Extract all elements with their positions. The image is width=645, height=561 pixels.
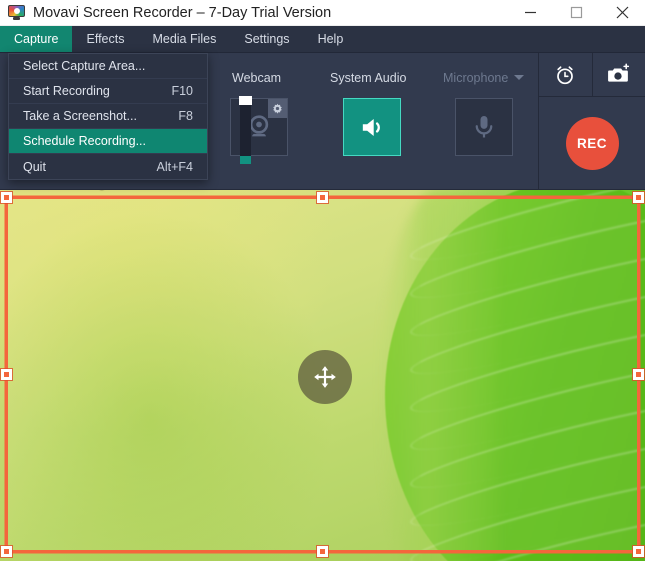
window-title: Movavi Screen Recorder – 7-Day Trial Ver…: [33, 4, 332, 21]
menu-item-help[interactable]: Help: [304, 26, 358, 52]
menu-item-effects[interactable]: Effects: [72, 26, 138, 52]
maximize-button[interactable]: [553, 0, 599, 26]
leaf-graphic: [385, 156, 645, 561]
webcam-toggle-button[interactable]: [230, 98, 288, 156]
webcam-settings-button[interactable]: [268, 99, 287, 118]
speaker-icon: [362, 118, 380, 136]
microphone-label[interactable]: Microphone: [443, 71, 525, 85]
maximize-icon: [570, 6, 582, 19]
alarm-clock-icon: [557, 65, 574, 84]
action-buttons-group: REC: [538, 53, 645, 189]
menu-option-take-a-screenshot[interactable]: Take a Screenshot... F8: [9, 104, 207, 129]
take-screenshot-button[interactable]: [591, 53, 645, 96]
close-icon: [616, 6, 628, 19]
move-arrows-icon: [314, 366, 336, 388]
close-button[interactable]: [599, 0, 645, 26]
gear-icon: [273, 103, 282, 114]
capture-area-move-handle[interactable]: [298, 350, 352, 404]
movavi-monitor-icon: [8, 5, 25, 20]
schedule-recording-button[interactable]: [539, 53, 592, 96]
microphone-toggle-button[interactable]: [455, 98, 513, 156]
menu-option-label: Schedule Recording...: [23, 134, 146, 148]
chevron-down-icon[interactable]: [514, 75, 525, 80]
capture-dropdown-menu: Select Capture Area... Start Recording F…: [8, 53, 208, 180]
menu-option-label: Start Recording: [23, 84, 110, 98]
menu-option-label: Take a Screenshot...: [23, 109, 137, 123]
minimize-icon: [524, 11, 536, 14]
menu-option-select-capture-area[interactable]: Select Capture Area...: [9, 54, 207, 79]
menu-option-shortcut: F8: [178, 109, 193, 123]
record-button[interactable]: REC: [565, 116, 619, 170]
system-audio-label: System Audio: [330, 71, 407, 85]
microphone-icon: [475, 116, 493, 138]
quick-action-row: [539, 53, 645, 97]
microphone-label-text: Microphone: [443, 71, 509, 85]
menu-item-settings[interactable]: Settings: [230, 26, 303, 52]
menu-option-schedule-recording[interactable]: Schedule Recording...: [9, 129, 207, 154]
menu-option-shortcut: Alt+F4: [156, 159, 193, 174]
webcam-label: Webcam: [232, 71, 282, 85]
microphone-volume-slider[interactable]: [239, 96, 252, 164]
title-bar: Movavi Screen Recorder – 7-Day Trial Ver…: [0, 0, 645, 26]
system-audio-toggle-button[interactable]: [343, 98, 401, 156]
menu-option-label: Quit: [23, 159, 46, 174]
camera-plus-icon: [608, 63, 630, 82]
record-row: REC: [539, 97, 645, 189]
menu-bar: Capture Effects Media Files Settings Hel…: [0, 26, 645, 53]
menu-option-shortcut: F10: [171, 84, 193, 98]
menu-option-quit[interactable]: Quit Alt+F4: [9, 154, 207, 179]
menu-option-label: Select Capture Area...: [23, 59, 146, 73]
menu-option-start-recording[interactable]: Start Recording F10: [9, 79, 207, 104]
menu-item-capture[interactable]: Capture: [0, 26, 73, 52]
minimize-button[interactable]: [507, 0, 553, 26]
menu-item-media-files[interactable]: Media Files: [138, 26, 230, 52]
